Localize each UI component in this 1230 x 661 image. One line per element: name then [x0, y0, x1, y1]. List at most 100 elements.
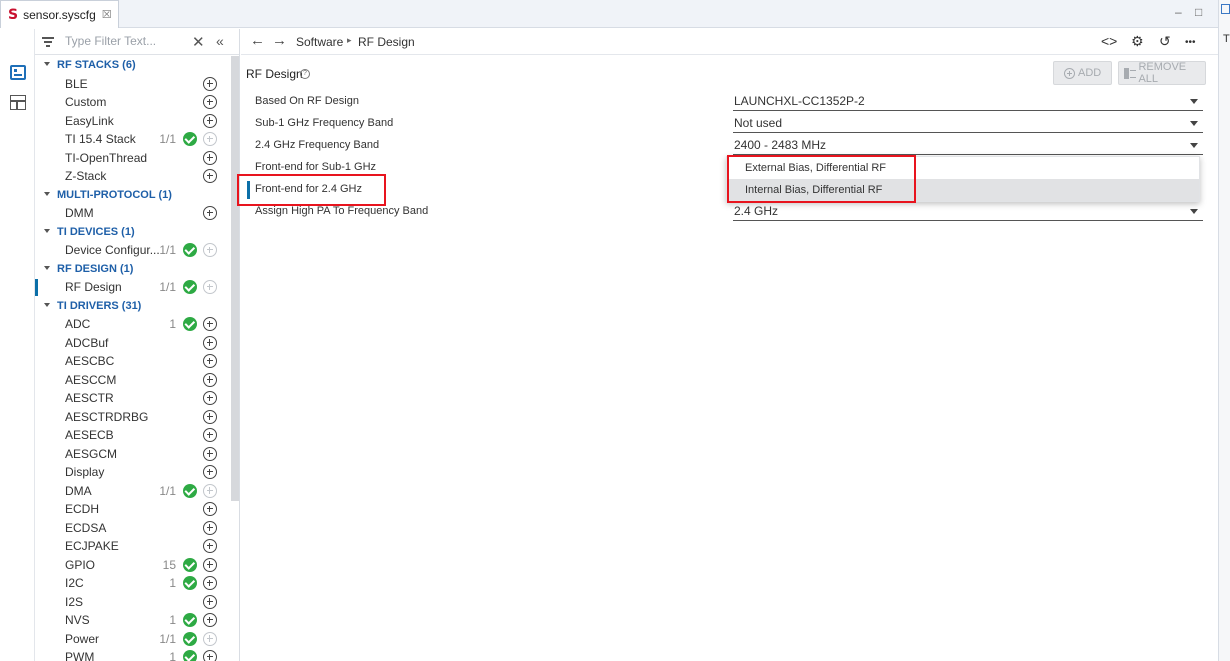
add-circle-icon[interactable]	[203, 576, 217, 590]
dropdown-option-internal-bias-differential-rf[interactable]: Internal Bias, Differential RF	[727, 179, 1199, 201]
clear-filter-icon[interactable]: ✕	[192, 33, 205, 51]
add-circle-icon[interactable]	[203, 113, 217, 128]
config-select[interactable]: 2400 - 2483 MHz	[733, 136, 1203, 155]
code-view-icon[interactable]: <>	[1101, 33, 1117, 49]
add-circle-icon[interactable]	[203, 557, 217, 572]
module-item-display[interactable]: Display	[35, 463, 230, 482]
module-label: RF Design	[65, 280, 122, 295]
module-label: GPIO	[65, 557, 96, 572]
category-rf-stacks-6[interactable]: RF STACKS (6)	[35, 56, 230, 75]
add-circle-icon[interactable]	[203, 594, 217, 609]
chevron-down-icon[interactable]	[44, 302, 50, 307]
module-item-aesccm[interactable]: AESCCM	[35, 371, 230, 390]
editor-tab-bar: S sensor.syscfg ☒ – □	[0, 0, 1218, 28]
help-icon[interactable]: ?	[300, 69, 310, 79]
module-item-ble[interactable]: BLE	[35, 75, 230, 94]
module-item-nvs[interactable]: NVS 1	[35, 611, 230, 630]
config-select-value: Not used	[734, 116, 783, 130]
add-circle-icon[interactable]	[203, 317, 217, 331]
history-icon[interactable]: ↺	[1159, 33, 1171, 50]
add-circle-icon[interactable]	[203, 335, 217, 350]
category-rf-design-1[interactable]: RF DESIGN (1)	[35, 260, 230, 279]
module-view-icon[interactable]	[10, 65, 26, 80]
config-select[interactable]: 2.4 GHz	[733, 202, 1203, 221]
module-item-dma[interactable]: DMA 1/1	[35, 482, 230, 501]
filter-input[interactable]	[65, 34, 185, 48]
maximize-icon[interactable]: □	[1195, 5, 1202, 19]
chevron-down-icon[interactable]	[44, 265, 50, 270]
module-item-i2c[interactable]: I2C 1	[35, 574, 230, 593]
add-circle-icon[interactable]	[203, 354, 217, 368]
add-circle-icon[interactable]	[203, 613, 217, 627]
module-item-adc[interactable]: ADC 1	[35, 315, 230, 334]
config-select[interactable]: Not used	[733, 114, 1203, 133]
chevron-down-icon[interactable]	[44, 191, 50, 196]
module-count: 1/1	[159, 631, 176, 646]
editor-tab-sensor-syscfg[interactable]: S sensor.syscfg ☒	[0, 0, 119, 28]
module-item-ti-15-4-stack[interactable]: TI 15.4 Stack 1/1	[35, 130, 230, 149]
module-item-custom[interactable]: Custom	[35, 93, 230, 112]
chevron-down-icon[interactable]	[44, 62, 50, 66]
module-item-power[interactable]: Power 1/1	[35, 630, 230, 649]
add-circle-icon[interactable]	[203, 520, 217, 535]
category-multi-protocol-1[interactable]: MULTI-PROTOCOL (1)	[35, 186, 230, 205]
remove-all-icon	[1124, 67, 1137, 79]
module-label: AESCTRDRBG	[65, 409, 149, 424]
add-circle-icon[interactable]	[203, 502, 217, 516]
config-label: Sub-1 GHz Frequency Band	[255, 117, 394, 129]
forward-arrow-icon[interactable]: →	[272, 32, 287, 49]
add-circle-icon[interactable]	[203, 446, 217, 461]
add-circle-icon[interactable]	[203, 150, 217, 165]
config-label: 2.4 GHz Frequency Band	[255, 139, 380, 151]
tree-scrollbar[interactable]	[231, 56, 239, 501]
module-item-aesctrdrbg[interactable]: AESCTRDRBG	[35, 408, 230, 427]
breadcrumb-rf-design[interactable]: RF Design	[358, 35, 415, 49]
remove-all-button[interactable]: REMOVE ALL	[1118, 61, 1206, 85]
module-item-ecjpake[interactable]: ECJPAKE	[35, 537, 230, 556]
module-item-z-stack[interactable]: Z-Stack	[35, 167, 230, 186]
module-label: EasyLink	[65, 113, 114, 128]
outline-icon[interactable]	[1221, 4, 1230, 14]
module-item-ecdsa[interactable]: ECDSA	[35, 519, 230, 538]
module-item-rf-design[interactable]: RF Design 1/1	[35, 278, 230, 297]
check-circle-icon	[183, 650, 197, 661]
module-item-aescbc[interactable]: AESCBC	[35, 352, 230, 371]
add-circle-icon[interactable]	[203, 539, 217, 553]
module-item-gpio[interactable]: GPIO 15	[35, 556, 230, 575]
category-ti-drivers-31[interactable]: TI DRIVERS (31)	[35, 297, 230, 316]
module-item-easylink[interactable]: EasyLink	[35, 112, 230, 131]
add-circle-icon[interactable]	[203, 169, 217, 183]
table-view-icon[interactable]	[10, 95, 26, 110]
more-options-icon[interactable]: •••	[1185, 37, 1196, 48]
config-select[interactable]: LAUNCHXL-CC1352P-2	[733, 92, 1203, 111]
add-circle-icon[interactable]	[203, 409, 217, 424]
module-item-device-configur[interactable]: Device Configur... 1/1	[35, 241, 230, 260]
back-arrow-icon[interactable]: ←	[250, 32, 265, 49]
minimize-icon[interactable]: –	[1175, 5, 1182, 19]
add-circle-icon[interactable]	[203, 465, 217, 479]
module-item-aesctr[interactable]: AESCTR	[35, 389, 230, 408]
add-circle-icon[interactable]	[203, 95, 217, 109]
add-circle-icon[interactable]	[203, 206, 217, 220]
add-circle-icon[interactable]	[203, 76, 217, 91]
module-item-adcbuf[interactable]: ADCBuf	[35, 334, 230, 353]
module-item-dmm[interactable]: DMM	[35, 204, 230, 223]
chip-icon[interactable]: ⚙	[1131, 33, 1144, 50]
collapse-panel-icon[interactable]: «	[216, 33, 224, 49]
module-item-aesgcm[interactable]: AESGCM	[35, 445, 230, 464]
add-circle-icon[interactable]	[203, 372, 217, 387]
add-circle-icon[interactable]	[203, 391, 217, 405]
close-icon[interactable]: ☒	[102, 8, 112, 21]
add-circle-icon[interactable]	[203, 650, 217, 661]
dropdown-option-external-bias-differential-rf[interactable]: External Bias, Differential RF	[727, 157, 1199, 179]
module-item-ecdh[interactable]: ECDH	[35, 500, 230, 519]
module-item-pwm[interactable]: PWM 1	[35, 648, 230, 661]
add-circle-icon[interactable]	[203, 428, 217, 442]
category-ti-devices-1[interactable]: TI DEVICES (1)	[35, 223, 230, 242]
add-button[interactable]: ADD	[1053, 61, 1112, 85]
module-item-i2s[interactable]: I2S	[35, 593, 230, 612]
module-item-ti-openthread[interactable]: TI-OpenThread	[35, 149, 230, 168]
module-item-aesecb[interactable]: AESECB	[35, 426, 230, 445]
breadcrumb-software[interactable]: Software	[296, 35, 343, 49]
chevron-down-icon[interactable]	[44, 228, 50, 233]
